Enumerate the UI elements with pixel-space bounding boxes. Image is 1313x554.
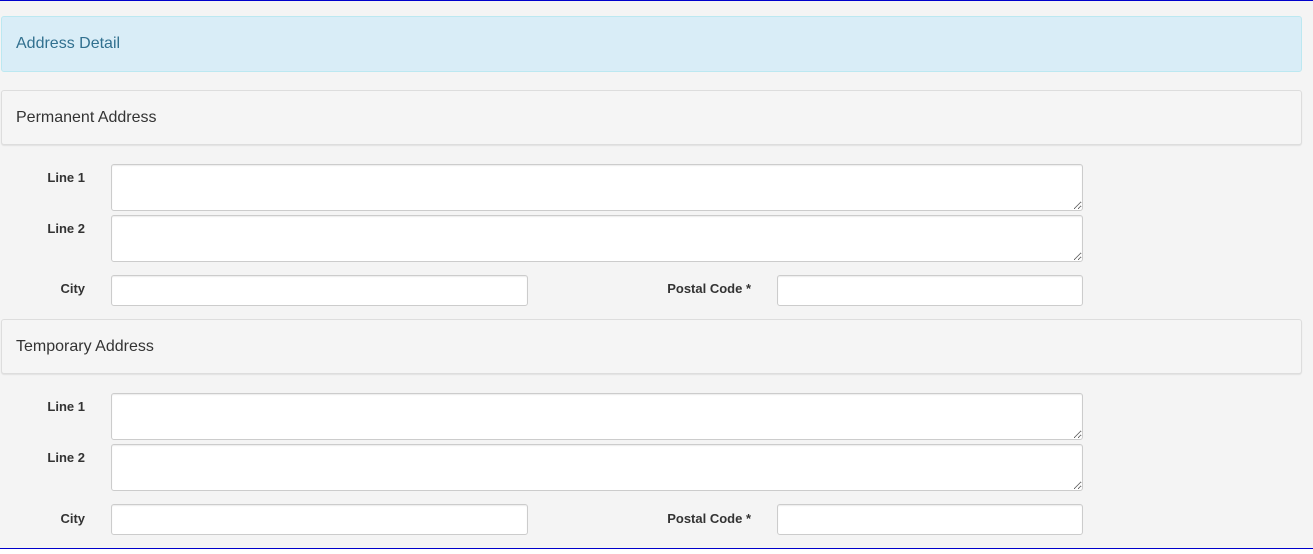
temporary-postal-code-input[interactable] xyxy=(777,504,1083,535)
page-title: Address Detail xyxy=(16,35,121,52)
temporary-postal-code-label: Postal Code * xyxy=(667,511,751,526)
temporary-line2-input[interactable] xyxy=(111,444,1083,491)
permanent-line2-label: Line 2 xyxy=(47,221,85,236)
permanent-city-label: City xyxy=(60,281,85,296)
temporary-line2-label: Line 2 xyxy=(47,450,85,465)
temporary-line1-input[interactable] xyxy=(111,393,1083,440)
permanent-postal-code-label: Postal Code * xyxy=(667,281,751,296)
address-detail-header: Address Detail xyxy=(1,16,1302,72)
temporary-city-label: City xyxy=(60,511,85,526)
permanent-line2-input[interactable] xyxy=(111,215,1083,262)
permanent-city-input[interactable] xyxy=(111,275,528,306)
section-title-permanent: Permanent Address xyxy=(16,108,157,126)
page-bottom-area xyxy=(0,549,1313,554)
top-border-line xyxy=(0,0,1313,1)
section-title-temporary: Temporary Address xyxy=(16,337,154,355)
permanent-address-header: Permanent Address xyxy=(1,90,1302,145)
temporary-city-input[interactable] xyxy=(111,504,528,535)
temporary-line1-label: Line 1 xyxy=(47,399,85,414)
temporary-address-header: Temporary Address xyxy=(1,319,1302,374)
permanent-line1-input[interactable] xyxy=(111,164,1083,211)
permanent-line1-label: Line 1 xyxy=(47,170,85,185)
permanent-postal-code-input[interactable] xyxy=(777,275,1083,306)
